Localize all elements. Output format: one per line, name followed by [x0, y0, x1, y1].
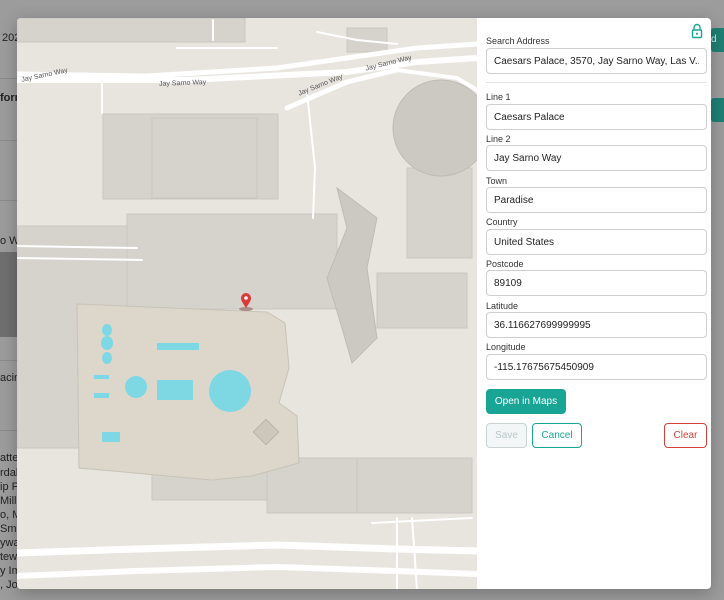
- bg-text: atte: [0, 452, 19, 464]
- address-form-panel: Search Address Line 1 Line 2 Town Countr…: [477, 18, 711, 589]
- bg-divider: [0, 200, 17, 201]
- map-view[interactable]: Jay Sarno Way Jay Sarno Way Jay Sarno Wa…: [17, 18, 477, 589]
- country-label: Country: [486, 217, 518, 227]
- clear-button[interactable]: Clear: [664, 423, 707, 448]
- town-label: Town: [486, 176, 508, 186]
- address-modal: Jay Sarno Way Jay Sarno Way Jay Sarno Wa…: [17, 18, 711, 589]
- bg-photo: [0, 252, 17, 337]
- search-address-input[interactable]: [486, 48, 707, 74]
- bg-divider: [0, 140, 17, 141]
- cancel-button[interactable]: Cancel: [532, 423, 582, 448]
- bg-text: ip F: [0, 481, 19, 493]
- bg-text: , Jo: [0, 579, 18, 591]
- divider: [486, 82, 707, 83]
- bg-text: Sm: [0, 523, 17, 535]
- line1-input[interactable]: [486, 104, 707, 130]
- bg-divider: [0, 360, 17, 361]
- line1-label: Line 1: [486, 92, 511, 102]
- map-canvas[interactable]: [17, 18, 477, 589]
- town-input[interactable]: [486, 187, 707, 213]
- bg-divider: [0, 78, 17, 79]
- postcode-input[interactable]: [486, 270, 707, 296]
- lock-icon[interactable]: [689, 23, 705, 39]
- latitude-input[interactable]: [486, 312, 707, 338]
- latitude-label: Latitude: [486, 301, 519, 311]
- bg-divider: [0, 430, 17, 431]
- save-button[interactable]: Save: [486, 423, 527, 448]
- country-input[interactable]: [486, 229, 707, 255]
- bg-button: d: [711, 28, 724, 52]
- postcode-label: Postcode: [486, 259, 524, 269]
- open-in-maps-button[interactable]: Open in Maps: [486, 389, 566, 414]
- bg-button: [711, 98, 724, 122]
- bg-text: tew: [0, 551, 18, 563]
- bg-text: Mill: [0, 495, 17, 507]
- longitude-input[interactable]: [486, 354, 707, 380]
- longitude-label: Longitude: [486, 342, 526, 352]
- line2-input[interactable]: [486, 145, 707, 171]
- search-address-label: Search Address: [486, 36, 550, 46]
- line2-label: Line 2: [486, 134, 511, 144]
